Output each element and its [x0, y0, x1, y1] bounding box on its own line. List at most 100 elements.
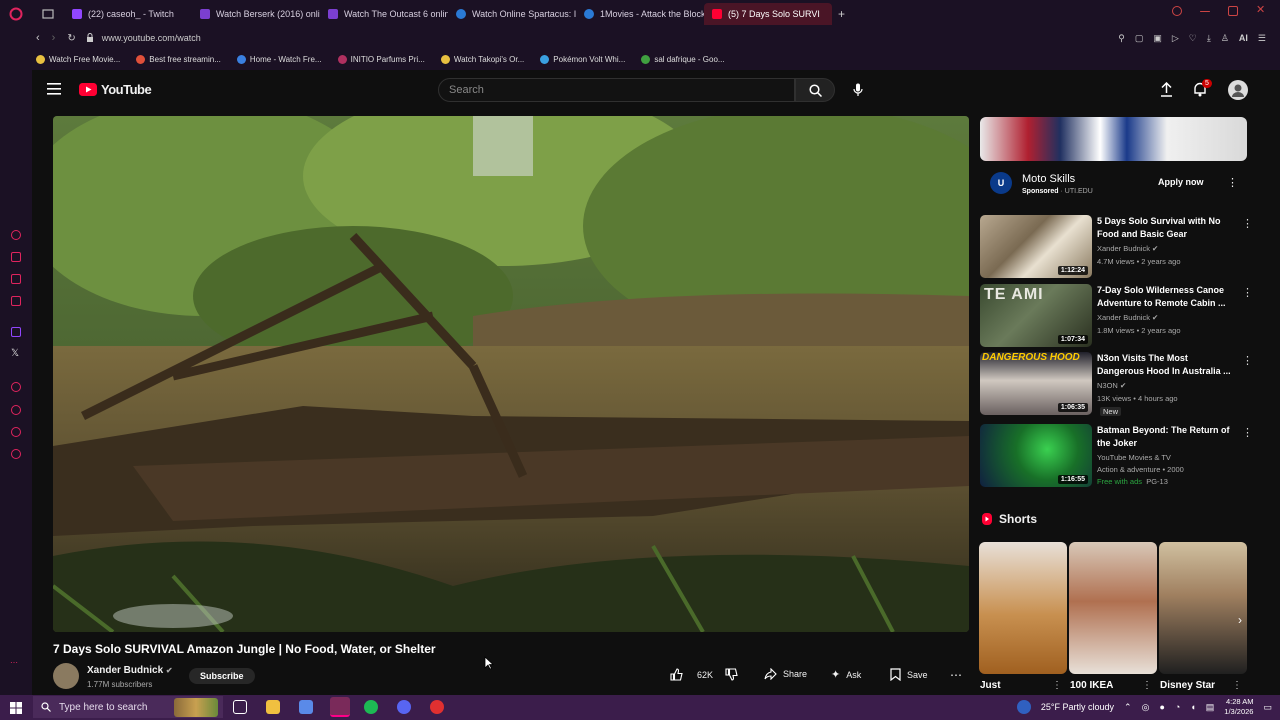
short-thumbnail[interactable] — [1069, 542, 1157, 674]
recommendation-title[interactable]: 5 Days Solo Survival with No Food and Ba… — [1097, 215, 1235, 240]
more-options-icon[interactable]: ⋮ — [1242, 217, 1253, 230]
tray-chevron-icon[interactable]: ⌃ — [1124, 702, 1132, 713]
taskbar-widget-image[interactable] — [174, 698, 218, 717]
recommendation-title[interactable]: Batman Beyond: The Return of the Joker — [1097, 424, 1235, 449]
opera-logo-icon[interactable] — [0, 0, 32, 28]
like-button[interactable]: 62K — [670, 668, 713, 681]
app-icon[interactable] — [430, 700, 444, 714]
tray-network-icon[interactable]: ◎ — [1142, 702, 1150, 713]
search-tabs-icon[interactable] — [1172, 6, 1182, 16]
tab-twitch[interactable]: (22) caseoh_ - Twitch — [64, 3, 192, 25]
bookmark-item[interactable]: Watch Free Movie... — [36, 54, 120, 64]
file-explorer-icon[interactable] — [266, 700, 280, 714]
video-thumbnail[interactable]: TE AMI 1:07:34 — [980, 284, 1092, 347]
sidebar-settings-icon[interactable] — [11, 449, 21, 459]
hamburger-menu-icon[interactable] — [47, 82, 61, 100]
sidebar-more-icon[interactable]: ⋯ — [10, 658, 18, 667]
shorts-next-arrow[interactable]: › — [1238, 613, 1242, 627]
heart-icon[interactable]: ♡ — [1189, 33, 1197, 44]
channel-avatar[interactable] — [53, 663, 79, 689]
maximize-button[interactable] — [1228, 6, 1238, 16]
save-button[interactable]: Save — [890, 668, 928, 681]
video-thumbnail[interactable]: DANGEROUS HOOD 1:06:35 — [980, 352, 1092, 415]
recommendation-channel[interactable]: Xander Budnick ✔ — [1097, 313, 1158, 322]
tray-wifi-icon[interactable]: ◔ — [1175, 702, 1180, 712]
short-menu-icon[interactable]: ⋮ — [1052, 680, 1062, 691]
tab-youtube-active[interactable]: (5) 7 Days Solo SURVI — [704, 3, 832, 25]
sidebar-clock-icon[interactable] — [11, 405, 21, 415]
close-button[interactable]: ✕ — [1256, 5, 1266, 16]
recommendation-item[interactable]: 1:16:55 Batman Beyond: The Return of the… — [980, 424, 1270, 488]
video-thumbnail[interactable]: 1:12:24 — [980, 215, 1092, 278]
more-options-icon[interactable]: ⋮ — [1242, 354, 1253, 367]
spotify-icon[interactable] — [364, 700, 378, 714]
more-actions-button[interactable]: ⋯ — [950, 668, 962, 682]
short-title[interactable]: 100 IKEA — [1070, 680, 1113, 691]
extensions-icon[interactable]: ▣ — [1153, 33, 1162, 44]
ask-button[interactable]: ✦ Ask — [831, 668, 861, 681]
short-title[interactable]: Disney Star — [1160, 680, 1215, 691]
sidebar-x-icon[interactable]: 𝕏 — [11, 348, 19, 359]
ad-title[interactable]: Moto Skills — [1022, 173, 1075, 185]
youtube-logo[interactable]: YouTube — [79, 82, 152, 97]
back-button[interactable]: ‹ — [36, 32, 40, 44]
short-menu-icon[interactable]: ⋮ — [1232, 680, 1242, 691]
play-extension-icon[interactable]: ▷ — [1172, 33, 1179, 44]
sidebar-twitch-icon[interactable] — [11, 327, 21, 337]
subscribe-button[interactable]: Subscribe — [189, 668, 255, 684]
profile-icon[interactable]: ♙ — [1221, 33, 1229, 44]
short-thumbnail[interactable] — [979, 542, 1067, 674]
microsoft-store-icon[interactable] — [299, 700, 313, 714]
sidebar-messenger-icon[interactable] — [11, 296, 21, 306]
more-options-icon[interactable]: ⋮ — [1242, 286, 1253, 299]
ai-button[interactable]: AI — [1239, 33, 1248, 43]
more-options-icon[interactable]: ⋮ — [1242, 426, 1253, 439]
tab-berserk[interactable]: Watch Berserk (2016) onli — [192, 3, 320, 25]
share-button[interactable]: Share — [764, 668, 807, 680]
snapshot-icon[interactable]: ▢ — [1135, 33, 1144, 44]
recommendation-item[interactable]: TE AMI 1:07:34 7-Day Solo Wilderness Can… — [980, 284, 1270, 348]
apply-now-button[interactable]: Apply now — [1158, 177, 1204, 187]
menu-icon[interactable]: ☰ — [1258, 33, 1266, 44]
taskbar-clock[interactable]: 4:28 AM 1/3/2026 — [1224, 697, 1253, 717]
weather-text[interactable]: 25°F Partly cloudy — [1041, 702, 1114, 712]
short-menu-icon[interactable]: ⋮ — [1142, 680, 1152, 691]
bookmark-item[interactable]: Home - Watch Fre... — [236, 54, 322, 64]
tray-mic-icon[interactable]: ● — [1159, 702, 1164, 712]
dislike-button[interactable] — [725, 668, 738, 681]
new-tab-button[interactable]: + — [838, 7, 845, 21]
recommendation-item[interactable]: DANGEROUS HOOD 1:06:35 N3on Visits The M… — [980, 352, 1270, 416]
sidebar-flow-icon[interactable] — [11, 274, 21, 284]
tab-1movies[interactable]: 1Movies - Attack the Block — [576, 3, 704, 25]
account-avatar[interactable] — [1228, 80, 1248, 100]
reload-button[interactable]: ↻ — [67, 33, 75, 44]
recommendation-title[interactable]: 7-Day Solo Wilderness Canoe Adventure to… — [1097, 284, 1235, 309]
tray-keyboard-icon[interactable]: ▤ — [1206, 702, 1215, 713]
recommendation-channel[interactable]: YouTube Movies & TV — [1097, 453, 1171, 462]
tab-outcast[interactable]: Watch The Outcast 6 onlin — [320, 3, 448, 25]
opera-taskbar-icon[interactable] — [330, 697, 350, 717]
download-icon[interactable]: ⤓ — [1207, 33, 1211, 44]
windows-start-icon[interactable] — [10, 701, 22, 719]
task-view-icon[interactable] — [233, 700, 247, 714]
ad-menu-icon[interactable]: ⋮ — [1227, 176, 1238, 189]
short-title[interactable]: Just — [980, 680, 1001, 691]
voice-search-button[interactable] — [846, 78, 870, 102]
bookmark-item[interactable]: sal dafrique - Goo... — [641, 54, 725, 64]
short-thumbnail[interactable] — [1159, 542, 1247, 674]
sidebar-aria-icon[interactable] — [11, 252, 21, 262]
bookmark-item[interactable]: Pokémon Volt Whi... — [540, 54, 625, 64]
tab-spartacus[interactable]: Watch Online Spartacus: I — [448, 3, 576, 25]
notifications-center-icon[interactable]: ▭ — [1263, 702, 1272, 713]
video-thumbnail[interactable]: 1:16:55 — [980, 424, 1092, 487]
pin-icon[interactable]: ⚲ — [1118, 33, 1125, 44]
upload-button[interactable] — [1160, 81, 1173, 102]
tray-volume-icon[interactable]: ◖ — [1190, 702, 1195, 712]
recommendation-channel[interactable]: N3ON ✔ — [1097, 381, 1126, 390]
url-field[interactable]: www.youtube.com/watch — [102, 33, 201, 43]
sidebar-spotify-icon[interactable] — [11, 382, 21, 392]
recommendation-title[interactable]: N3on Visits The Most Dangerous Hood In A… — [1097, 352, 1235, 377]
search-input[interactable]: Search — [438, 78, 795, 102]
discord-icon[interactable] — [397, 700, 411, 714]
recommendation-channel[interactable]: Xander Budnick ✔ — [1097, 244, 1158, 253]
